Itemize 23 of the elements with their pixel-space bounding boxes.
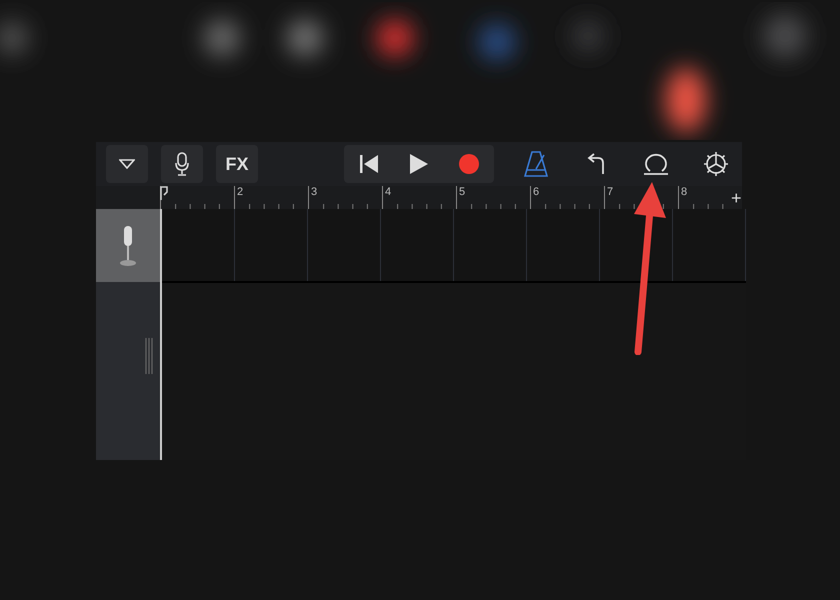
bar-number: 5 — [459, 186, 466, 199]
microphone-icon — [119, 224, 137, 268]
dropdown-triangle-icon — [119, 159, 135, 169]
add-section-button[interactable]: + — [727, 186, 746, 209]
mic-button[interactable] — [161, 145, 203, 183]
bar-number: 3 — [311, 186, 318, 199]
bar-number: 8 — [681, 186, 688, 199]
playhead-icon — [160, 186, 168, 200]
loop-icon — [642, 152, 670, 176]
tracks-menu-button[interactable] — [106, 145, 148, 183]
bar-number: 7 — [607, 186, 614, 199]
undo-arrow-icon — [586, 153, 606, 175]
bar-number: 6 — [533, 186, 540, 199]
metronome-icon — [524, 151, 548, 177]
record-icon — [458, 153, 480, 175]
bar-number: 4 — [385, 186, 392, 199]
bar-number: 2 — [237, 186, 244, 199]
fx-button[interactable]: FX — [216, 145, 258, 183]
microphone-icon — [175, 152, 189, 176]
settings-icon — [703, 151, 729, 177]
resize-handle-icon — [145, 338, 153, 374]
rewind-icon — [359, 154, 379, 174]
play-icon — [409, 153, 429, 175]
